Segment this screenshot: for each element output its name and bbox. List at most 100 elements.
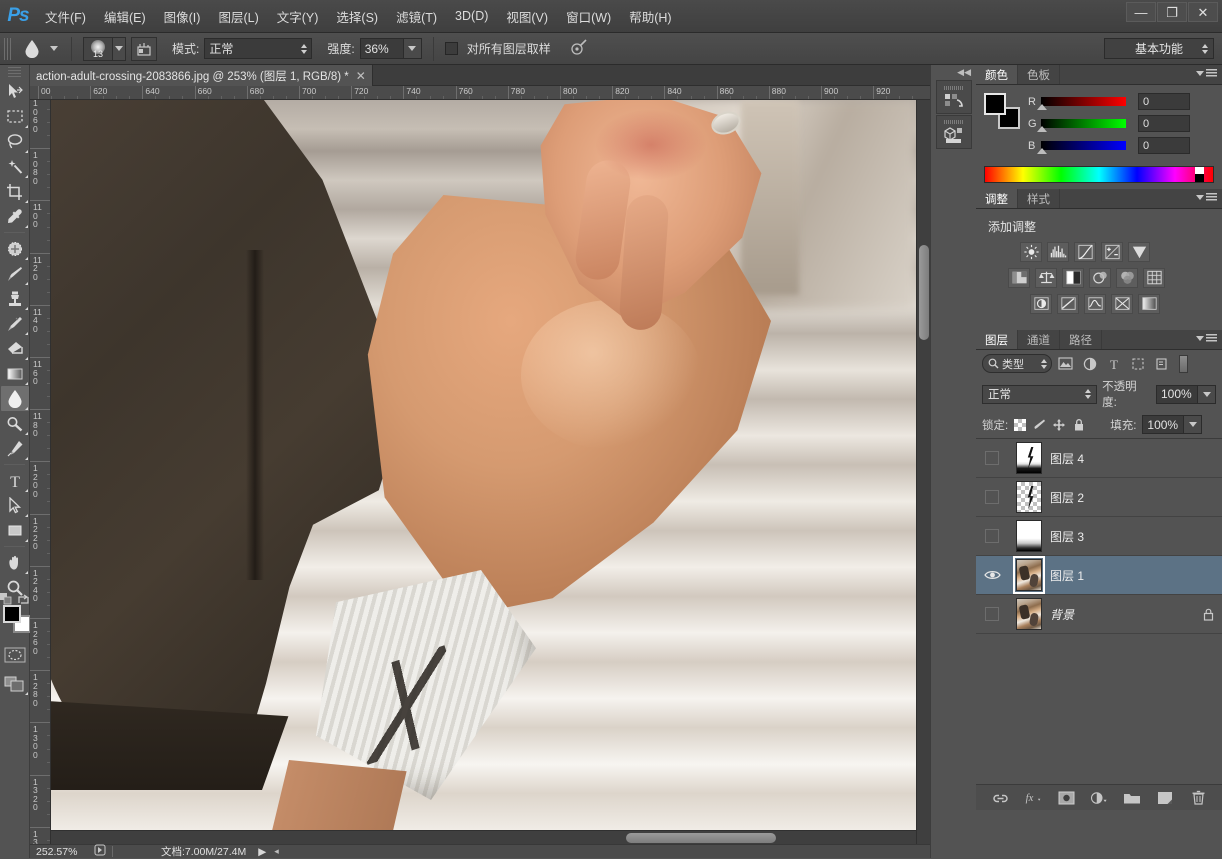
blur-tool[interactable]: [0, 386, 29, 411]
horizontal-scroll-thumb[interactable]: [626, 833, 776, 843]
menu-type[interactable]: 文字(Y): [268, 4, 328, 29]
tab-swatches[interactable]: 色板: [1018, 65, 1060, 84]
menu-layer[interactable]: 图层(L): [209, 4, 267, 29]
tab-adjustments[interactable]: 调整: [976, 189, 1018, 208]
strength-chevron-icon[interactable]: [403, 38, 422, 59]
spot-healing-brush-tool[interactable]: [1, 236, 29, 261]
layer-visibility-toggle[interactable]: [976, 529, 1008, 543]
color-panel-swatches[interactable]: [984, 93, 1020, 129]
menu-file[interactable]: 文件(F): [36, 4, 95, 29]
layer-style-fx-icon[interactable]: fx: [1024, 789, 1042, 807]
menu-image[interactable]: 图像(I): [155, 4, 210, 29]
color-balance-icon[interactable]: [1035, 268, 1057, 288]
layer-visibility-toggle[interactable]: [976, 607, 1008, 621]
canvas-horizontal-scrollbar[interactable]: [51, 830, 916, 844]
type-tool[interactable]: T: [1, 468, 29, 493]
color-lookup-icon[interactable]: [1143, 268, 1165, 288]
clone-stamp-tool[interactable]: [1, 286, 29, 311]
options-bar-grip[interactable]: [4, 37, 12, 60]
levels-icon[interactable]: [1047, 242, 1069, 262]
close-button[interactable]: ✕: [1188, 2, 1218, 22]
layer-thumbnail-cell[interactable]: [1008, 556, 1050, 594]
layer-visibility-toggle[interactable]: [976, 569, 1008, 581]
close-document-icon[interactable]: ✕: [356, 69, 366, 83]
pixel-filter-icon[interactable]: [1055, 354, 1076, 373]
status-menu-icon[interactable]: ▶: [258, 846, 266, 858]
menu-help[interactable]: 帮助(H): [620, 4, 680, 29]
table-row[interactable]: 图层 1: [976, 556, 1222, 595]
dodge-tool[interactable]: [1, 411, 29, 436]
shape-filter-icon[interactable]: [1127, 354, 1148, 373]
move-tool[interactable]: [1, 79, 29, 104]
menu-filter[interactable]: 滤镜(T): [387, 4, 446, 29]
smartobject-filter-icon[interactable]: [1151, 354, 1172, 373]
channel-mixer-icon[interactable]: [1116, 268, 1138, 288]
tool-preset-chevron-icon[interactable]: [48, 46, 60, 51]
black-swatch[interactable]: [1195, 174, 1204, 182]
pen-tool[interactable]: [1, 436, 29, 461]
selective-color-icon[interactable]: [1138, 294, 1160, 314]
lock-transparent-icon[interactable]: [1014, 418, 1027, 431]
red-value-input[interactable]: 0: [1138, 93, 1190, 110]
rectangle-tool[interactable]: [1, 518, 29, 543]
horizontal-ruler[interactable]: 00 620 640 660 680 700 720 740 760 780 800 820 840 86…: [30, 86, 930, 100]
color-panel-foreground-swatch[interactable]: [984, 93, 1006, 115]
table-row[interactable]: 图层 4: [976, 439, 1222, 478]
new-layer-icon[interactable]: [1156, 789, 1174, 807]
curves-icon[interactable]: [1074, 242, 1096, 262]
blend-mode-select[interactable]: 正常: [204, 38, 313, 59]
link-layers-icon[interactable]: [991, 789, 1009, 807]
fill-chevron-icon[interactable]: [1184, 415, 1203, 434]
table-row[interactable]: 图层 3: [976, 517, 1222, 556]
brush-preset-picker[interactable]: 13: [83, 36, 126, 61]
color-spectrum-ramp[interactable]: [984, 166, 1214, 183]
color-panel-menu-icon[interactable]: [1196, 69, 1217, 78]
gradient-tool[interactable]: [1, 361, 29, 386]
status-resize-grip[interactable]: ◂: [274, 846, 279, 857]
lock-all-icon[interactable]: [1072, 418, 1086, 432]
layer-thumbnail-cell[interactable]: [1008, 598, 1050, 630]
menu-3d[interactable]: 3D(D): [446, 6, 497, 26]
green-slider[interactable]: [1037, 119, 1126, 132]
filter-enable-toggle[interactable]: [1179, 354, 1188, 373]
blur-droplet-icon[interactable]: [21, 37, 43, 61]
black-white-icon[interactable]: [1062, 268, 1084, 288]
airbrush-icon[interactable]: [570, 38, 588, 59]
menu-select[interactable]: 选择(S): [327, 4, 387, 29]
lasso-tool[interactable]: [1, 129, 29, 154]
green-value-input[interactable]: 0: [1138, 115, 1190, 132]
eyedropper-tool[interactable]: [1, 204, 29, 229]
opacity-input[interactable]: 100%: [1156, 384, 1198, 404]
threshold-icon[interactable]: [1084, 294, 1106, 314]
minimize-button[interactable]: —: [1126, 2, 1156, 22]
path-selection-tool[interactable]: [1, 493, 29, 518]
menu-window[interactable]: 窗口(W): [557, 4, 620, 29]
new-adjustment-layer-icon[interactable]: [1090, 789, 1108, 807]
vertical-scroll-thumb[interactable]: [919, 245, 929, 340]
photo-filter-icon[interactable]: [1089, 268, 1111, 288]
table-row[interactable]: 背景: [976, 595, 1222, 634]
posterize-icon[interactable]: [1057, 294, 1079, 314]
type-filter-icon[interactable]: T: [1103, 354, 1124, 373]
rectangular-marquee-tool[interactable]: [1, 104, 29, 129]
foreground-color-swatch[interactable]: [3, 605, 21, 623]
menu-view[interactable]: 视图(V): [497, 4, 557, 29]
delete-layer-icon[interactable]: [1189, 789, 1207, 807]
magic-wand-tool[interactable]: [1, 154, 29, 179]
layer-visibility-toggle[interactable]: [976, 451, 1008, 465]
layer-thumbnail-cell[interactable]: [1008, 520, 1050, 552]
tools-panel-grip[interactable]: [8, 67, 21, 77]
lock-image-icon[interactable]: [1032, 418, 1046, 432]
3d-minibridge-dock-icon[interactable]: [935, 115, 972, 149]
adjustments-panel-menu-icon[interactable]: [1196, 193, 1217, 202]
brush-tool[interactable]: [1, 261, 29, 286]
layer-thumbnail-cell[interactable]: [1008, 442, 1050, 474]
opacity-chevron-icon[interactable]: [1198, 384, 1216, 404]
menu-edit[interactable]: 编辑(E): [95, 4, 155, 29]
eraser-tool[interactable]: [1, 336, 29, 361]
quick-mask-toggle[interactable]: [1, 642, 29, 667]
table-row[interactable]: 图层 2: [976, 478, 1222, 517]
hue-saturation-icon[interactable]: [1008, 268, 1030, 288]
vibrance-icon[interactable]: [1128, 242, 1150, 262]
expand-panels-button[interactable]: ◀◀: [931, 65, 976, 80]
